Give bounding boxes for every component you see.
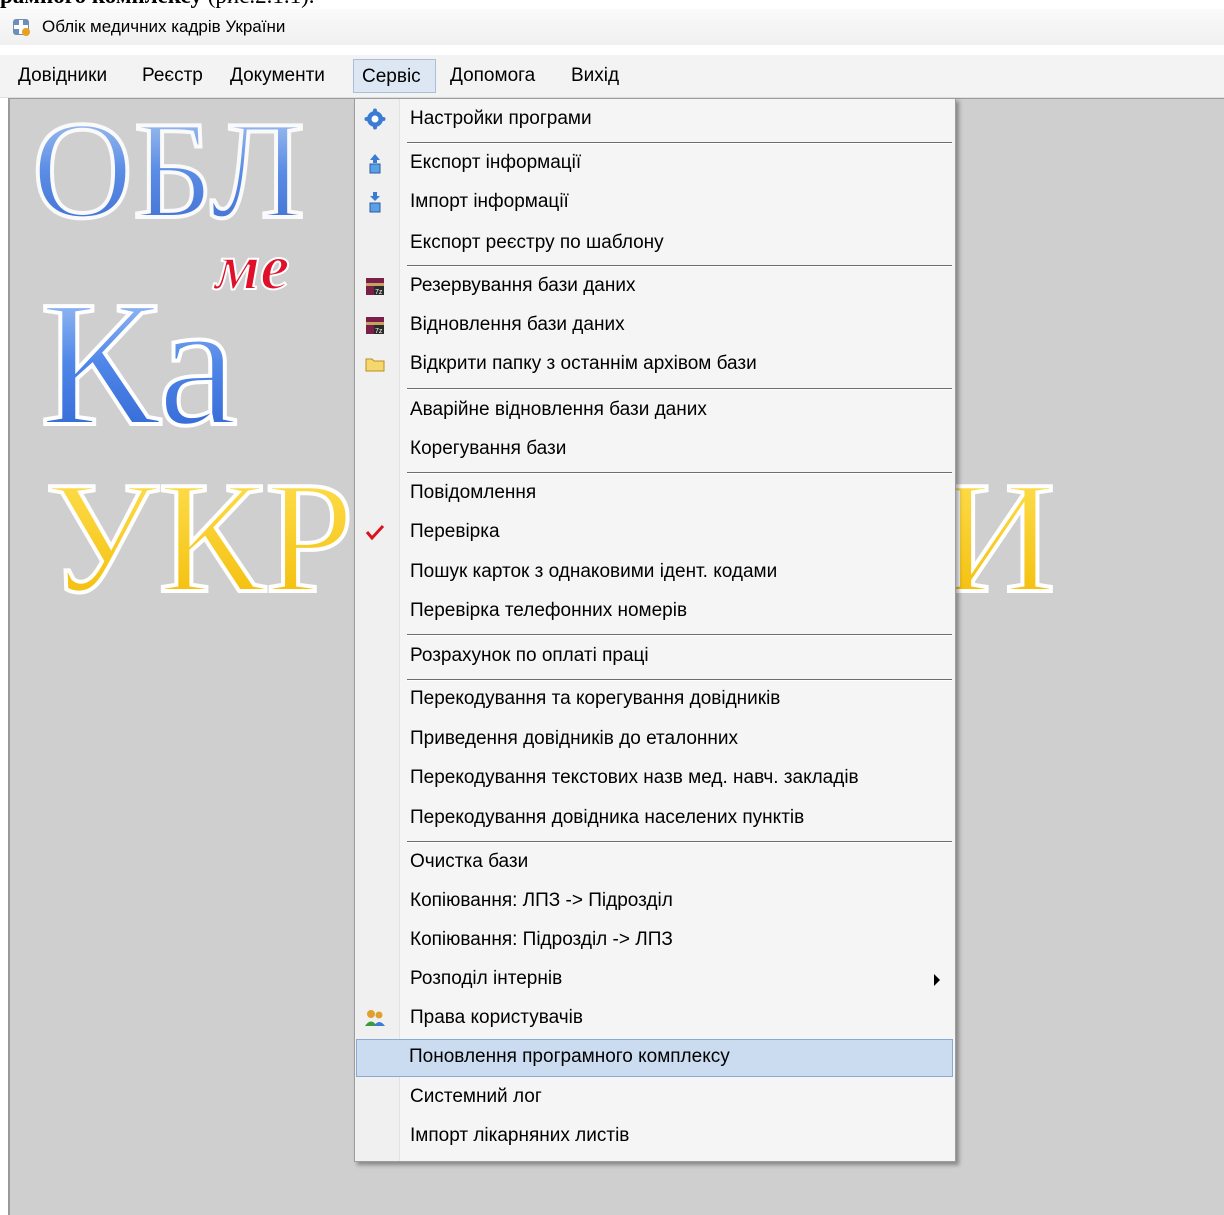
logo-text-line5: И [940,448,1056,626]
menu-separator [407,634,952,636]
menu-item-emergency-restore[interactable]: Аварійне відновлення бази даних [357,392,952,428]
menu-item-export-template[interactable]: Експорт реєстру по шаблону [357,225,952,261]
menu-item-label: Копіювання: ЛПЗ -> Підрозділ [410,890,673,911]
menu-item-import-sick-leave[interactable]: Імпорт лікарняних листів [357,1118,952,1154]
menu-item-label: Перекодування довідника населених пункті… [410,807,805,828]
menu-item-check[interactable]: Перевірка [357,514,952,550]
caption-bold-text: рамного комплексу [0,0,202,8]
menu-separator [407,841,952,843]
menu-item-copy-lpz-to-unit[interactable]: Копіювання: ЛПЗ -> Підрозділ [357,883,952,919]
window-titlebar: Облік медичних кадрів України [0,9,1224,45]
menu-item-db-correction[interactable]: Корегування бази [357,431,952,467]
menu-item-label: Імпорт інформації [410,191,569,212]
svg-text:7z: 7z [375,328,383,335]
menu-reiestr[interactable]: Реєстр [134,59,211,93]
svg-text:7z: 7z [375,289,383,296]
menu-item-copy-unit-to-lpz[interactable]: Копіювання: Підрозділ -> ЛПЗ [357,922,952,958]
menu-item-label: Очистка бази [410,851,529,872]
menu-bar: Довідники Реєстр Документи Сервіс Допомо… [0,55,1224,98]
logo-text-line1: ОБЛ [32,99,305,248]
menu-dopomoga[interactable]: Допомога [442,59,543,93]
menu-item-open-archive-folder[interactable]: Відкрити папку з останнім архівом бази [357,346,952,382]
menu-item-label: Корегування бази [410,438,567,459]
menu-item-label: Експорт інформації [410,152,582,173]
menu-item-label: Експорт реєстру по шаблону [410,232,664,253]
menu-dovidnyky[interactable]: Довідники [10,59,115,93]
menu-item-label: Права користувачів [410,1007,583,1028]
menu-item-intern-distribution[interactable]: Розподіл інтернів [357,961,952,997]
checkmark-icon [365,524,385,541]
menu-item-label: Копіювання: Підрозділ -> ЛПЗ [410,929,673,950]
menu-item-recode-institutions[interactable]: Перекодування текстових назв мед. навч. … [357,760,952,796]
menu-separator [407,265,952,267]
menu-item-user-rights[interactable]: Права користувачів [357,1000,952,1036]
menu-item-settings[interactable]: Настройки програми [357,101,952,137]
menu-item-messages[interactable]: Повідомлення [357,475,952,511]
menu-item-label: Відновлення бази даних [410,314,625,335]
users-icon [365,1010,385,1026]
menu-item-label: Настройки програми [410,108,592,129]
menu-item-update-software[interactable]: Поновлення програмного комплексу [356,1039,953,1077]
menu-item-duplicate-id-search[interactable]: Пошук карток з однаковими ідент. кодами [357,554,952,590]
menu-separator [407,472,952,474]
menu-item-clear-db[interactable]: Очистка бази [357,844,952,880]
window-title: Облік медичних кадрів України [42,17,286,36]
app-logo-icon [13,19,30,36]
menu-item-label: Перевірка телефонних номерів [410,600,688,621]
submenu-arrow-icon [934,974,940,986]
menu-item-normalize-directories[interactable]: Приведення довідників до еталонних [357,721,952,757]
import-icon [369,192,381,213]
folder-icon [365,358,385,372]
menu-item-label: Поновлення програмного комплексу [409,1046,730,1067]
archive-7z-icon: 7z [366,278,384,296]
document-caption: рамного комплексу (рис.2.1.1). [0,0,315,8]
menu-item-label: Перекодування та корегування довідників [410,688,781,709]
menu-item-recode-directories[interactable]: Перекодування та корегування довідників [357,681,952,717]
export-icon [369,154,381,174]
menu-item-backup-db[interactable]: 7z Резервування бази даних [357,268,952,304]
menu-item-label: Системний лог [410,1086,542,1107]
menu-servis[interactable]: Сервіс [353,59,436,93]
menu-item-restore-db[interactable]: 7z Відновлення бази даних [357,307,952,343]
menu-vykhid[interactable]: Вихід [563,59,627,93]
menu-item-label: Аварійне відновлення бази даних [410,399,707,420]
menu-dokumenty[interactable]: Документи [222,59,333,93]
caption-text: (рис.2.1.1). [202,0,315,8]
archive-7z-icon: 7z [366,317,384,335]
menu-item-label: Перекодування текстових назв мед. навч. … [410,767,859,788]
menu-item-recode-settlements[interactable]: Перекодування довідника населених пункті… [357,800,952,836]
settings-gear-icon [364,108,386,130]
menu-item-label: Розрахунок по оплаті праці [410,645,649,666]
menu-separator [407,388,952,390]
menu-separator [407,142,952,144]
logo-text-line3: Ка [40,264,238,463]
menu-item-system-log[interactable]: Системний лог [357,1079,952,1115]
menu-item-import[interactable]: Імпорт інформації [357,184,952,220]
menu-item-label: Перевірка [410,521,500,542]
menu-item-label: Імпорт лікарняних листів [410,1125,630,1146]
menu-item-label: Резервування бази даних [410,275,636,296]
menu-item-phone-check[interactable]: Перевірка телефонних номерів [357,593,952,629]
menu-item-label: Приведення довідників до еталонних [410,728,739,749]
menu-item-label: Розподіл інтернів [410,968,563,989]
menu-item-export[interactable]: Експорт інформації [357,145,952,181]
service-dropdown-menu: Настройки програми Експорт інформації Ім… [354,98,956,1162]
menu-item-label: Відкрити папку з останнім архівом бази [410,353,757,374]
menu-item-label: Пошук карток з однаковими ідент. кодами [410,561,778,582]
menu-item-label: Повідомлення [410,482,537,503]
menu-item-payroll-calc[interactable]: Розрахунок по оплаті праці [357,638,952,674]
logo-text-line4: УКР [45,448,354,626]
